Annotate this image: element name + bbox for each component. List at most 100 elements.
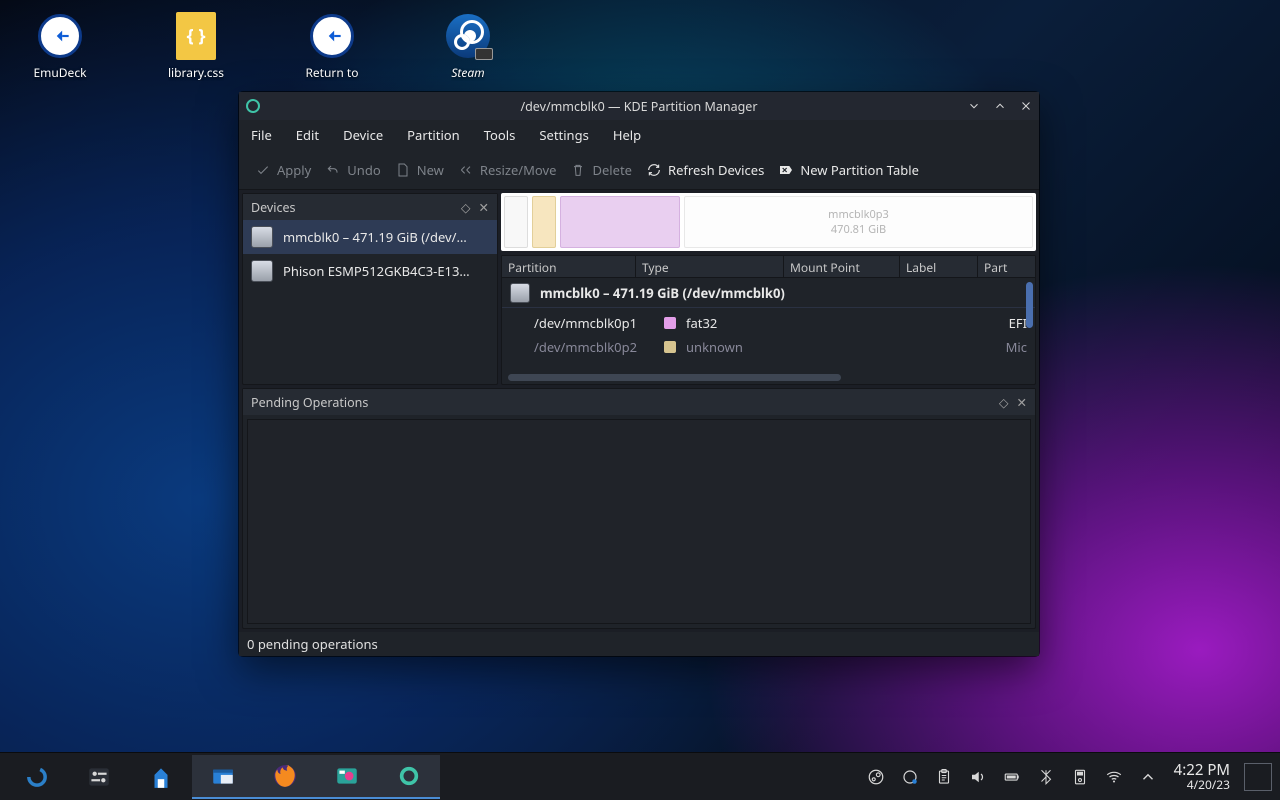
clock-date: 4/20/23 bbox=[1187, 778, 1230, 791]
devices-header: Devices ◇ ✕ bbox=[243, 194, 497, 220]
horizontal-scrollbar[interactable] bbox=[508, 374, 1029, 381]
partition-color-icon bbox=[664, 341, 676, 353]
check-icon bbox=[255, 162, 271, 178]
desktop-icons: EmuDeck library.css Return to Steam bbox=[12, 12, 516, 81]
partition-type: fat32 bbox=[686, 314, 766, 332]
partition-segment[interactable] bbox=[560, 196, 680, 248]
trash-icon bbox=[570, 162, 586, 178]
bluetooth-tray-icon[interactable] bbox=[1036, 767, 1056, 787]
new-button[interactable]: New bbox=[395, 161, 444, 179]
desktop-icon-librarycss[interactable]: library.css bbox=[148, 12, 244, 81]
pending-operations-panel: Pending Operations ◇ ✕ bbox=[242, 388, 1036, 629]
panel-float-icon[interactable]: ◇ bbox=[461, 199, 471, 216]
taskbar-firefox[interactable] bbox=[254, 755, 316, 799]
steam-tray-icon[interactable] bbox=[866, 767, 886, 787]
clipboard-tray-icon[interactable] bbox=[934, 767, 954, 787]
resize-icon bbox=[458, 162, 474, 178]
refresh-button[interactable]: Refresh Devices bbox=[646, 161, 764, 179]
window-controls bbox=[965, 97, 1035, 115]
taskbar-spectacle[interactable] bbox=[316, 755, 378, 799]
app-icon bbox=[245, 97, 261, 113]
taskbar-partition-manager[interactable] bbox=[378, 755, 440, 799]
desktop-icon-label: Steam bbox=[451, 64, 484, 81]
partition-segment[interactable]: mmcblk0p3 470.81 GiB bbox=[684, 196, 1033, 248]
new-icon bbox=[395, 162, 411, 178]
battery-tray-icon[interactable] bbox=[1002, 767, 1022, 787]
partition-color-icon bbox=[664, 317, 676, 329]
menu-file[interactable]: File bbox=[251, 126, 272, 144]
col-part[interactable]: Part bbox=[978, 256, 1035, 277]
new-partition-table-button[interactable]: New Partition Table bbox=[778, 161, 919, 179]
device-label: Phison ESMP512GKB4C3-E13… bbox=[283, 262, 470, 280]
partition-device-row[interactable]: mmcblk0 – 471.19 GiB (/dev/mmcblk0) bbox=[502, 278, 1035, 308]
partition-table-header: Partition Type Mount Point Label Part bbox=[502, 256, 1035, 278]
devices-header-label: Devices bbox=[251, 199, 296, 216]
menu-tools[interactable]: Tools bbox=[484, 126, 516, 144]
wifi-tray-icon[interactable] bbox=[1104, 767, 1124, 787]
resize-label: Resize/Move bbox=[480, 161, 557, 179]
pending-header: Pending Operations ◇ ✕ bbox=[243, 389, 1035, 415]
titlebar[interactable]: /dev/mmcblk0 — KDE Partition Manager bbox=[239, 92, 1039, 120]
devices-panel: Devices ◇ ✕ mmcblk0 – 471.19 GiB (/dev/…… bbox=[242, 193, 498, 385]
col-type[interactable]: Type bbox=[636, 256, 784, 277]
volume-tray-icon[interactable] bbox=[968, 767, 988, 787]
taskbar-clock[interactable]: 4:22 PM 4/20/23 bbox=[1166, 762, 1238, 792]
panel-close-icon[interactable]: ✕ bbox=[479, 199, 489, 216]
disk-icon bbox=[510, 283, 530, 303]
disk-tray-icon[interactable] bbox=[1070, 767, 1090, 787]
css-file-icon bbox=[172, 12, 220, 60]
show-desktop-button[interactable] bbox=[1244, 763, 1272, 791]
desktop-icon-return[interactable]: Return to bbox=[284, 12, 380, 81]
vertical-scrollbar[interactable] bbox=[1026, 278, 1033, 372]
desktop-icon-label: library.css bbox=[168, 64, 224, 81]
menu-help[interactable]: Help bbox=[613, 126, 641, 144]
panel-float-icon[interactable]: ◇ bbox=[999, 394, 1009, 411]
undo-button[interactable]: Undo bbox=[325, 161, 380, 179]
device-row[interactable]: mmcblk0 – 471.19 GiB (/dev/… bbox=[243, 220, 497, 254]
col-label[interactable]: Label bbox=[900, 256, 978, 277]
taskbar-discover[interactable] bbox=[130, 755, 192, 799]
desktop-icon-emudeck[interactable]: EmuDeck bbox=[12, 12, 108, 81]
delete-label: Delete bbox=[592, 161, 632, 179]
devices-list: mmcblk0 – 471.19 GiB (/dev/… Phison ESMP… bbox=[243, 220, 497, 384]
menu-device[interactable]: Device bbox=[343, 126, 383, 144]
return-icon bbox=[308, 12, 356, 60]
partition-row[interactable]: /dev/mmcblk0p1 fat32 EFI bbox=[502, 308, 1035, 338]
partition-name: /dev/mmcblk0p1 bbox=[534, 314, 654, 332]
segment-size: 470.81 GiB bbox=[831, 222, 886, 237]
window-title: /dev/mmcblk0 — KDE Partition Manager bbox=[520, 98, 757, 115]
partition-flag: Mic bbox=[1006, 338, 1027, 356]
partition-segment[interactable] bbox=[504, 196, 528, 248]
start-button[interactable] bbox=[6, 755, 68, 799]
menubar: File Edit Device Partition Tools Setting… bbox=[239, 120, 1039, 150]
menu-partition[interactable]: Partition bbox=[407, 126, 460, 144]
taskbar-settings[interactable] bbox=[68, 755, 130, 799]
partition-row[interactable]: /dev/mmcblk0p2 unknown Mic bbox=[502, 338, 1035, 356]
minimize-button[interactable] bbox=[965, 97, 983, 115]
steam-icon bbox=[444, 12, 492, 60]
tray-expand-icon[interactable] bbox=[1138, 767, 1158, 787]
close-button[interactable] bbox=[1017, 97, 1035, 115]
menu-edit[interactable]: Edit bbox=[296, 126, 319, 144]
menu-settings[interactable]: Settings bbox=[539, 126, 588, 144]
maximize-button[interactable] bbox=[991, 97, 1009, 115]
taskbar-files[interactable] bbox=[192, 755, 254, 799]
emudeck-icon bbox=[36, 12, 84, 60]
device-row[interactable]: Phison ESMP512GKB4C3-E13… bbox=[243, 254, 497, 288]
newtable-label: New Partition Table bbox=[800, 161, 919, 179]
col-mountpoint[interactable]: Mount Point bbox=[784, 256, 900, 277]
partition-segment[interactable] bbox=[532, 196, 556, 248]
status-bar: 0 pending operations bbox=[239, 632, 1039, 656]
newtable-icon bbox=[778, 162, 794, 178]
updates-tray-icon[interactable] bbox=[900, 767, 920, 787]
desktop-icon-steam[interactable]: Steam bbox=[420, 12, 516, 81]
partition-bar[interactable]: mmcblk0p3 470.81 GiB bbox=[501, 193, 1036, 251]
taskbar-launchers bbox=[6, 753, 440, 800]
resize-button[interactable]: Resize/Move bbox=[458, 161, 557, 179]
delete-button[interactable]: Delete bbox=[570, 161, 632, 179]
partition-type: unknown bbox=[686, 338, 766, 356]
col-partition[interactable]: Partition bbox=[502, 256, 636, 277]
panel-close-icon[interactable]: ✕ bbox=[1017, 394, 1027, 411]
taskbar: 4:22 PM 4/20/23 bbox=[0, 752, 1280, 800]
apply-button[interactable]: Apply bbox=[255, 161, 311, 179]
